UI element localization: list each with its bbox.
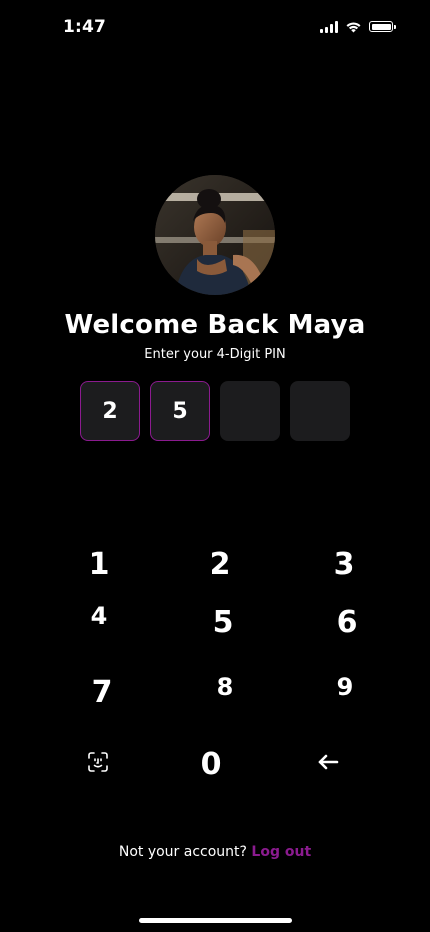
footer: Not your account? Log out	[0, 844, 430, 860]
key-7[interactable]: 7	[72, 667, 132, 717]
logout-link[interactable]: Log out	[251, 844, 311, 860]
pin-digit-2[interactable]: 5	[150, 381, 210, 441]
key-4[interactable]: 4	[69, 591, 129, 641]
key-9[interactable]: 9	[315, 662, 375, 712]
key-3[interactable]: 3	[314, 539, 374, 589]
key-1[interactable]: 1	[69, 539, 129, 589]
welcome-title: Welcome Back Maya	[64, 310, 366, 340]
avatar	[155, 175, 275, 295]
key-6[interactable]: 6	[317, 597, 377, 647]
backspace-button[interactable]	[298, 737, 358, 787]
status-time: 1:47	[63, 17, 107, 37]
pin-digit-4[interactable]	[290, 381, 350, 441]
face-id-button[interactable]	[68, 737, 128, 787]
arrow-left-icon	[318, 754, 339, 770]
wifi-icon	[346, 22, 361, 33]
account-question: Not your account?	[118, 844, 247, 860]
status-icons	[320, 20, 396, 33]
key-5[interactable]: 5	[193, 597, 253, 647]
pin-input-row[interactable]: 2 5	[80, 381, 350, 441]
pin-digit-3[interactable]	[220, 381, 280, 441]
cellular-signal-icon	[320, 20, 338, 33]
key-8[interactable]: 8	[195, 662, 255, 712]
key-0[interactable]: 0	[181, 739, 241, 789]
face-id-icon	[88, 752, 108, 772]
pin-prompt: Enter your 4-Digit PIN	[144, 347, 286, 362]
pin-digit-1[interactable]: 2	[80, 381, 140, 441]
battery-icon	[369, 21, 396, 32]
home-indicator[interactable]	[139, 918, 292, 923]
key-2[interactable]: 2	[190, 539, 250, 589]
